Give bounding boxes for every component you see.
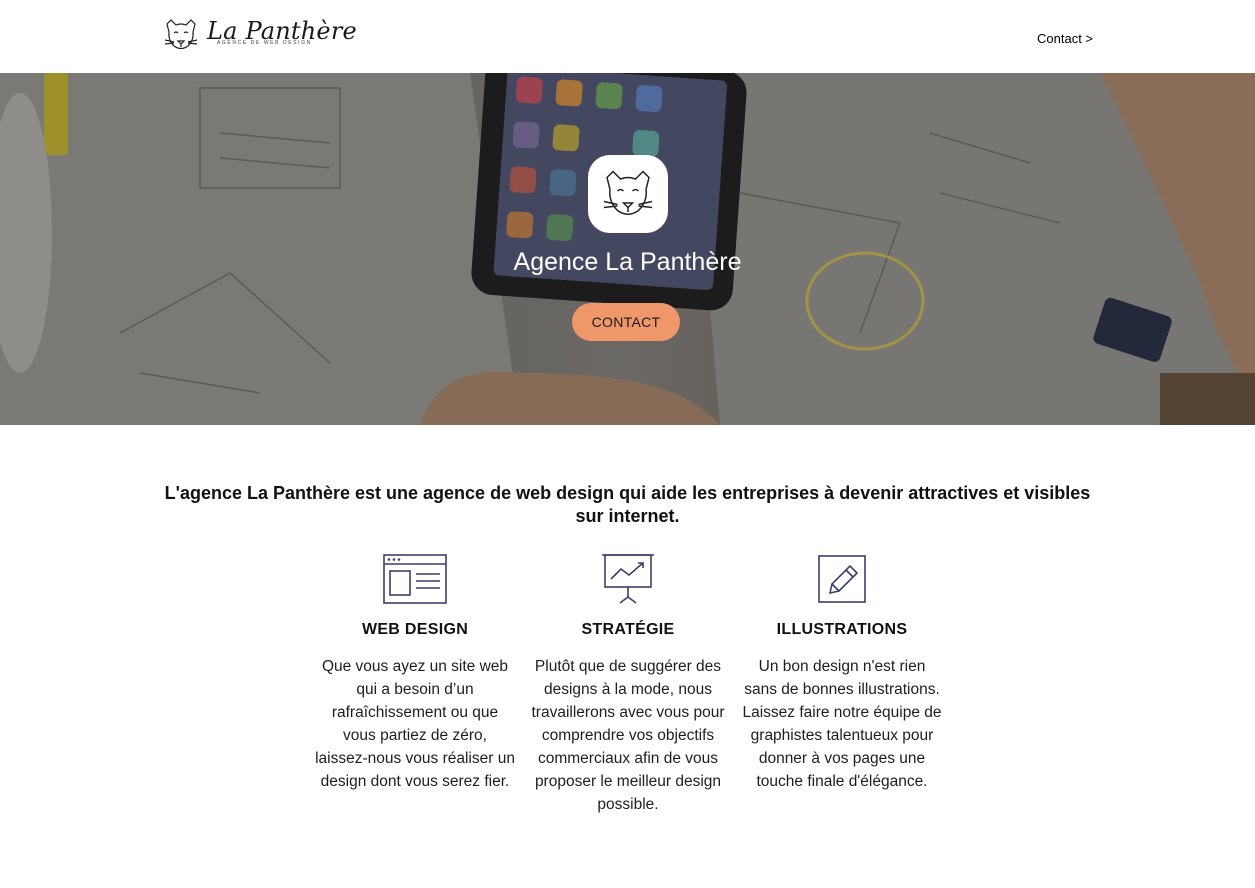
feature-strategie: STRATÉGIE Plutôt que de suggérer des des… xyxy=(528,553,728,813)
hero-title: Agence La Panthère xyxy=(513,248,742,276)
presentation-chart-icon xyxy=(602,554,654,604)
hero-banner: Agence La Panthère CONTACT xyxy=(0,73,1255,425)
nav-contact-link[interactable]: Contact > xyxy=(1037,31,1093,46)
feature-description: Un bon design n'est rien sans de bonnes … xyxy=(742,658,942,790)
pencil-square-icon xyxy=(818,555,866,603)
feature-title: STRATÉGIE xyxy=(581,621,675,638)
feature-illustrations: ILLUSTRATIONS Un bon design n'est rien s… xyxy=(742,553,942,790)
logo-text: La Panthère AGENCE DE WEB DESIGN xyxy=(207,16,357,54)
site-logo[interactable]: La Panthère AGENCE DE WEB DESIGN xyxy=(161,16,357,54)
browser-window-icon xyxy=(383,554,447,604)
panther-head-icon xyxy=(164,19,198,50)
feature-description: Que vous ayez un site web qui a besoin d… xyxy=(315,658,515,790)
feature-description: Plutôt que de suggérer des designs à la … xyxy=(531,658,725,813)
feature-web-design: WEB DESIGN Que vous ayez un site web qui… xyxy=(315,553,515,790)
panther-head-icon xyxy=(603,170,653,215)
feature-title: ILLUSTRATIONS xyxy=(776,621,908,638)
logo-tagline: AGENCE DE WEB DESIGN xyxy=(217,40,312,46)
contact-button[interactable]: CONTACT xyxy=(572,303,680,341)
feature-title: WEB DESIGN xyxy=(361,621,469,638)
intro-text: L'agence La Panthère est une agence de w… xyxy=(164,483,1091,526)
hero-logo-badge xyxy=(588,155,668,233)
site-header: La Panthère AGENCE DE WEB DESIGN Contact… xyxy=(0,0,1255,73)
